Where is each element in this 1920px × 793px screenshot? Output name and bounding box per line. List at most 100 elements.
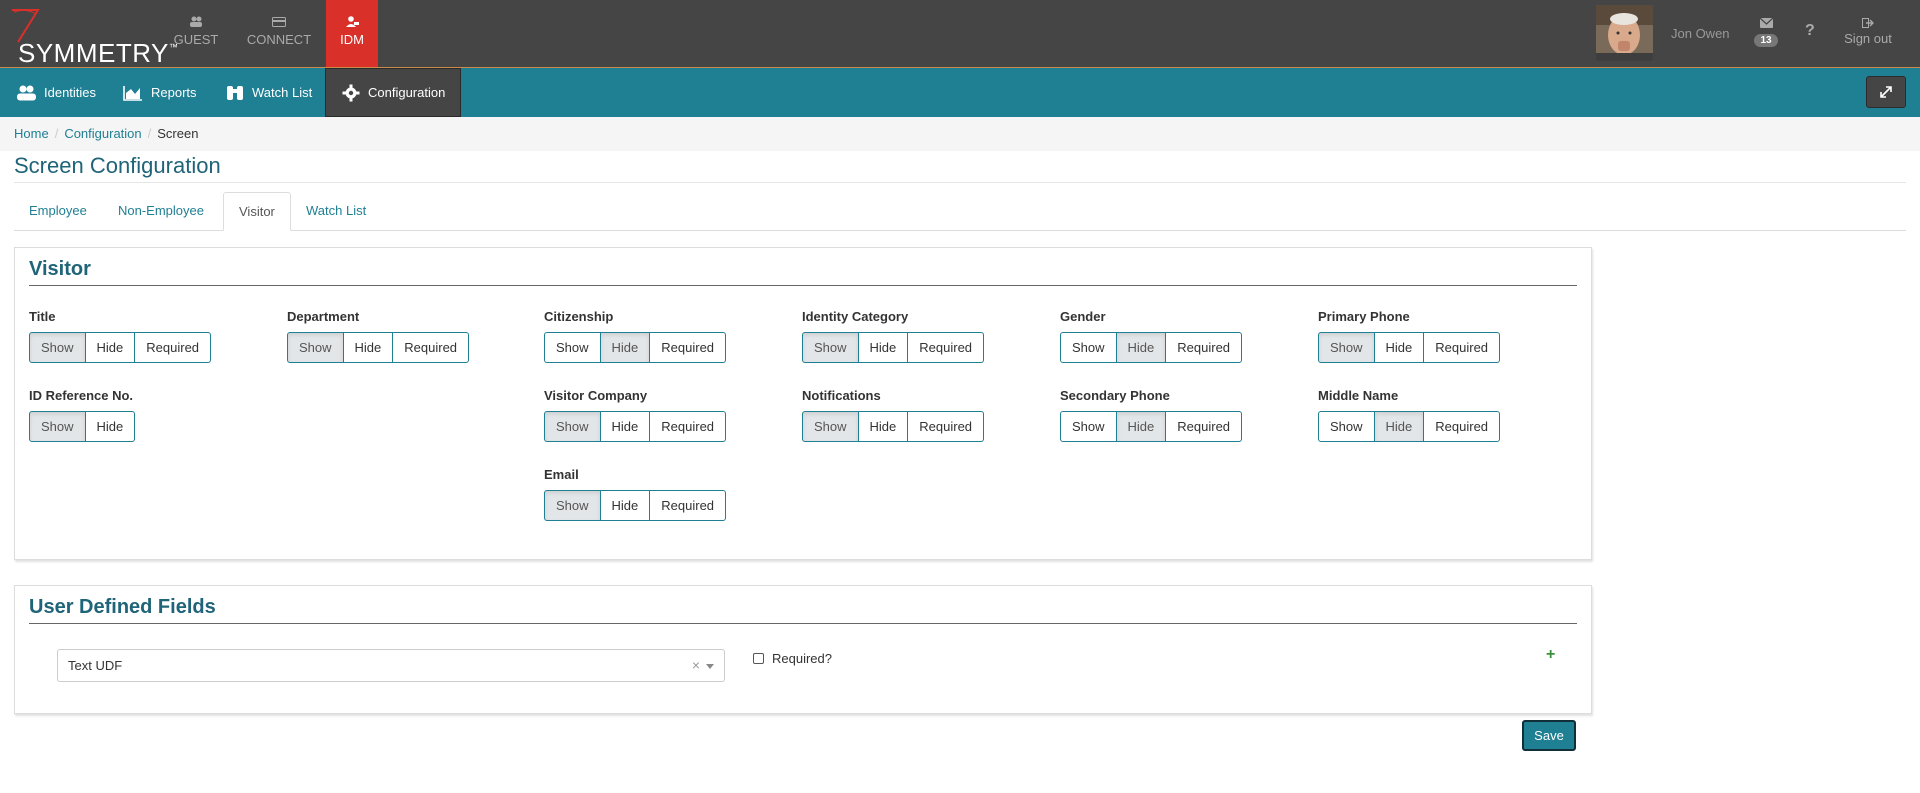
show-option-button[interactable]: Show <box>29 411 86 442</box>
sign-out-label: Sign out <box>1844 31 1892 46</box>
nav-reports[interactable]: Reports <box>123 68 197 117</box>
field-label: Middle Name <box>1318 388 1399 403</box>
hide-option-button[interactable]: Hide <box>600 490 651 521</box>
hide-option-button[interactable]: Hide <box>85 411 136 442</box>
required-option-button[interactable]: Required <box>1166 411 1243 442</box>
hide-option-button[interactable]: Hide <box>1374 332 1425 363</box>
messages-button[interactable]: 13 <box>1752 16 1780 47</box>
chevron-down-icon[interactable] <box>706 664 714 669</box>
save-button[interactable]: Save <box>1522 720 1576 751</box>
nav-identities[interactable]: Identities <box>16 68 96 117</box>
clear-icon[interactable]: × <box>692 657 700 673</box>
checkbox[interactable] <box>753 653 764 664</box>
sign-out-button[interactable]: Sign out <box>1838 16 1898 46</box>
field-label: Secondary Phone <box>1060 388 1170 403</box>
nav-configuration[interactable]: Configuration <box>325 68 461 117</box>
required-option-button[interactable]: Required <box>1424 411 1501 442</box>
show-option-button[interactable]: Show <box>802 332 859 363</box>
module-label: CONNECT <box>246 32 312 47</box>
field-label: Title <box>29 309 56 324</box>
required-option-button[interactable]: Required <box>650 490 727 521</box>
show-option-button[interactable]: Show <box>1060 411 1117 442</box>
visibility-toggle-group: Show Hide Required <box>802 411 985 442</box>
required-option-button[interactable]: Required <box>650 332 727 363</box>
breadcrumb: Home / Configuration / Screen <box>14 126 199 141</box>
module-guest[interactable]: GUEST <box>166 0 226 67</box>
field-label: Visitor Company <box>544 388 648 403</box>
fullscreen-button[interactable] <box>1866 76 1906 108</box>
required-option-button[interactable]: Required <box>908 332 985 363</box>
nav-label: Identities <box>44 85 97 100</box>
users-icon <box>190 16 202 27</box>
expand-icon <box>1880 86 1892 98</box>
hide-option-button[interactable]: Hide <box>343 332 394 363</box>
field-label: Notifications <box>802 388 881 403</box>
field-label: Primary Phone <box>1318 309 1410 324</box>
area-chart-icon <box>123 85 142 101</box>
field-email: Email Show Hide Required <box>544 467 727 521</box>
breadcrumb-home[interactable]: Home <box>14 126 49 141</box>
hide-option-button[interactable]: Hide <box>1116 411 1167 442</box>
field-label: Citizenship <box>544 309 614 324</box>
tab-non-employee[interactable]: Non-Employee <box>103 192 219 231</box>
required-option-button[interactable]: Required <box>1166 332 1243 363</box>
user-name[interactable]: Jon Owen <box>1671 26 1730 41</box>
show-option-button[interactable]: Show <box>287 332 344 363</box>
required-option-button[interactable]: Required <box>650 411 727 442</box>
hide-option-button[interactable]: Hide <box>1116 332 1167 363</box>
visibility-toggle-group: Show Hide Required <box>544 332 727 363</box>
show-option-button[interactable]: Show <box>544 490 601 521</box>
show-option-button[interactable]: Show <box>29 332 86 363</box>
module-idm[interactable]: IDM <box>326 0 378 67</box>
visibility-toggle-group: Show Hide Required <box>1060 332 1243 363</box>
tab-visitor[interactable]: Visitor <box>223 192 291 231</box>
nav-label: Watch List <box>252 85 313 100</box>
udf-panel: User Defined Fields Text UDF × Required?… <box>14 585 1592 714</box>
show-option-button[interactable]: Show <box>544 411 601 442</box>
required-option-button[interactable]: Required <box>1424 332 1501 363</box>
field-secondary-phone: Secondary Phone Show Hide Required <box>1060 388 1243 442</box>
required-option-button[interactable]: Required <box>393 332 470 363</box>
show-option-button[interactable]: Show <box>544 332 601 363</box>
visibility-toggle-group: Show Hide Required <box>1318 332 1501 363</box>
visibility-toggle-group: Show Hide Required <box>29 332 212 363</box>
udf-required-label: Required? <box>772 651 832 666</box>
udf-select[interactable]: Text UDF × <box>57 649 725 682</box>
field-citizenship: Citizenship Show Hide Required <box>544 309 727 363</box>
show-option-button[interactable]: Show <box>1318 411 1375 442</box>
hide-option-button[interactable]: Hide <box>600 411 651 442</box>
message-count-badge: 13 <box>1754 34 1778 47</box>
binoculars-icon <box>227 85 243 100</box>
main-nav: Identities Reports Watch List Configurat… <box>0 68 1920 117</box>
required-option-button[interactable]: Required <box>908 411 985 442</box>
nav-label: Reports <box>151 85 197 100</box>
breadcrumb-current: Screen <box>157 126 199 141</box>
show-option-button[interactable]: Show <box>802 411 859 442</box>
hide-option-button[interactable]: Hide <box>858 411 909 442</box>
field-label: ID Reference No. <box>29 388 134 403</box>
udf-required-checkbox[interactable]: Required? <box>753 651 832 666</box>
nav-watch-list[interactable]: Watch List <box>226 68 312 117</box>
config-tabs: Employee Non-Employee Visitor Watch List <box>14 192 1906 231</box>
hide-option-button[interactable]: Hide <box>85 332 136 363</box>
hide-option-button[interactable]: Hide <box>600 332 651 363</box>
field-title: Title Show Hide Required <box>29 309 212 363</box>
breadcrumb-configuration[interactable]: Configuration <box>64 126 141 141</box>
hide-option-button[interactable]: Hide <box>1374 411 1425 442</box>
required-option-button[interactable]: Required <box>135 332 212 363</box>
tab-watch-list[interactable]: Watch List <box>291 192 381 231</box>
tab-employee[interactable]: Employee <box>14 192 102 231</box>
module-label: IDM <box>340 32 364 47</box>
card-icon <box>272 17 286 27</box>
field-id-reference: ID Reference No. Show Hide <box>29 388 136 442</box>
symmetry-logo[interactable]: SYMMETRY™ <box>6 6 178 68</box>
show-option-button[interactable]: Show <box>1060 332 1117 363</box>
avatar[interactable] <box>1596 5 1653 61</box>
add-udf-button[interactable]: + <box>1546 646 1555 664</box>
module-connect[interactable]: CONNECT <box>240 0 318 67</box>
panel-divider <box>29 285 1577 286</box>
help-button[interactable]: ? <box>1805 22 1815 40</box>
field-label: Identity Category <box>802 309 909 324</box>
show-option-button[interactable]: Show <box>1318 332 1375 363</box>
hide-option-button[interactable]: Hide <box>858 332 909 363</box>
